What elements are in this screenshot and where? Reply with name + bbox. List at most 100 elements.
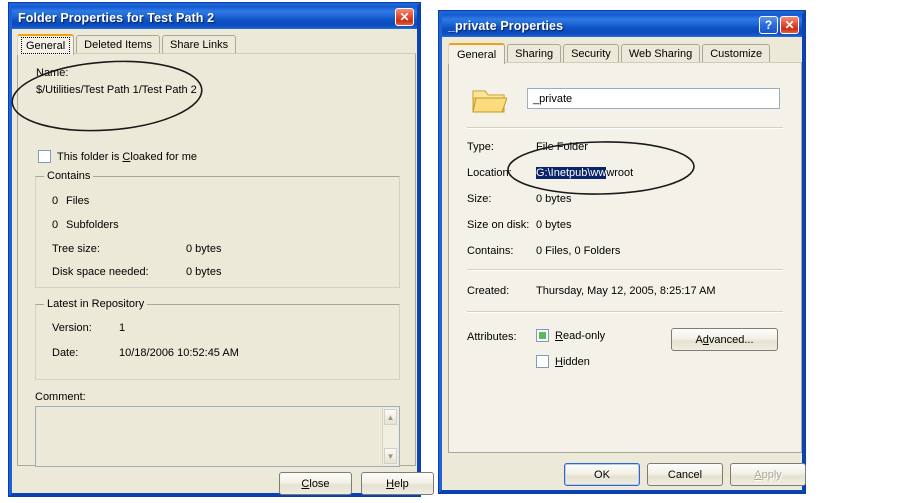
contains-value: 0 Files, 0 Folders xyxy=(536,245,621,257)
size-on-disk-label: Size on disk: xyxy=(467,219,530,231)
left-titlebar-buttons: ✕ xyxy=(395,8,414,26)
date-label: Date: xyxy=(52,347,79,359)
subfolders-count: 0 xyxy=(52,219,59,231)
help-button-label: Help xyxy=(386,477,409,490)
cloaked-checkbox[interactable] xyxy=(38,150,51,163)
size-value: 0 bytes xyxy=(536,193,572,205)
tab-security[interactable]: Security xyxy=(563,44,619,63)
left-dialog-frame: Folder Properties for Test Path 2 ✕ Gene… xyxy=(9,3,434,496)
location-value: G:\Inetpub\wwwroot xyxy=(536,167,633,179)
tab-general-label: General xyxy=(457,48,497,61)
tab-general[interactable]: General xyxy=(448,43,506,64)
tab-customize[interactable]: Customize xyxy=(702,44,771,63)
tab-deleted-items[interactable]: Deleted Items xyxy=(76,35,161,54)
files-label: Files xyxy=(66,195,90,207)
readonly-checkbox-label: Read-only xyxy=(555,329,606,342)
help-icon[interactable]: ? xyxy=(759,16,778,34)
files-count: 0 xyxy=(52,195,59,207)
location-selected-text: G:\Inetpub\ww xyxy=(536,167,607,179)
attributes-label: Attributes: xyxy=(467,331,517,343)
right-dialog-title: _private Properties xyxy=(448,18,564,33)
folder-icon xyxy=(471,85,508,115)
cancel-button[interactable]: Cancel xyxy=(647,463,723,486)
tab-share-links-label: Share Links xyxy=(170,39,229,51)
left-dialog-title: Folder Properties for Test Path 2 xyxy=(18,10,215,25)
scroll-up-icon[interactable]: ▲ xyxy=(384,409,397,425)
tab-share-links[interactable]: Share Links xyxy=(162,35,237,54)
name-value: $/Utilities/Test Path 1/Test Path 2 xyxy=(36,84,197,96)
close-icon[interactable]: ✕ xyxy=(780,16,799,34)
tab-focus-rect xyxy=(21,37,71,54)
size-on-disk-value: 0 bytes xyxy=(536,219,572,231)
tab-customize-label: Customize xyxy=(710,48,763,60)
version-value: 1 xyxy=(119,322,126,334)
readonly-checkbox-row[interactable]: Read-only xyxy=(536,329,605,342)
location-label: Location: xyxy=(467,167,512,179)
apply-button: Apply xyxy=(730,463,806,486)
tab-deleted-items-label: Deleted Items xyxy=(84,39,153,51)
readonly-checkbox[interactable] xyxy=(536,329,549,342)
subfolders-label: Subfolders xyxy=(66,219,119,231)
divider-top xyxy=(467,127,783,129)
tab-web-sharing-label: Web Sharing xyxy=(628,48,693,60)
left-titlebar[interactable]: Folder Properties for Test Path 2 ✕ xyxy=(12,6,417,29)
close-button[interactable]: Close xyxy=(279,472,352,495)
ok-button-label: OK xyxy=(594,468,610,481)
hidden-checkbox-row[interactable]: Hidden xyxy=(536,355,590,368)
advanced-button[interactable]: Advanced... xyxy=(671,328,778,351)
help-button[interactable]: Help xyxy=(361,472,434,495)
right-dialog-frame: _private Properties ? ✕ General Sharing … xyxy=(439,11,806,493)
comment-label: Comment: xyxy=(35,391,86,403)
tab-general[interactable]: General xyxy=(17,34,75,55)
right-titlebar-buttons: ? ✕ xyxy=(759,16,799,34)
type-value: File Folder xyxy=(536,141,588,153)
created-label: Created: xyxy=(467,285,510,297)
hidden-checkbox[interactable] xyxy=(536,355,549,368)
left-tab-panel: Name: $/Utilities/Test Path 1/Test Path … xyxy=(17,53,416,467)
version-label: Version: xyxy=(52,322,92,334)
tree-size-label: Tree size: xyxy=(52,243,100,255)
advanced-button-label: Advanced... xyxy=(695,333,754,346)
close-icon[interactable]: ✕ xyxy=(395,8,414,26)
tab-sharing[interactable]: Sharing xyxy=(507,44,562,63)
divider-bottom xyxy=(467,311,783,313)
cloaked-checkbox-row[interactable]: This folder is Cloaked for me xyxy=(38,150,197,163)
tab-web-sharing[interactable]: Web Sharing xyxy=(620,44,701,63)
disk-space-value: 0 bytes xyxy=(186,266,222,278)
divider-middle xyxy=(467,269,783,271)
contains-legend: Contains xyxy=(44,170,94,182)
comment-scrollbar[interactable]: ▲ ▼ xyxy=(382,408,398,465)
latest-repository-groupbox: Latest in Repository Version: 1 Date: 10… xyxy=(35,298,400,380)
apply-button-label: Apply xyxy=(754,468,782,481)
tree-size-value: 0 bytes xyxy=(186,243,222,255)
name-label: Name: xyxy=(36,67,69,79)
close-glyph: ✕ xyxy=(399,10,410,24)
created-value: Thursday, May 12, 2005, 8:25:17 AM xyxy=(536,285,716,297)
right-tabstrip: General Sharing Security Web Sharing Cus… xyxy=(448,42,772,64)
right-titlebar[interactable]: _private Properties ? ✕ xyxy=(442,14,802,37)
tab-security-label: Security xyxy=(571,48,611,60)
folder-name-input[interactable]: _private xyxy=(527,88,780,109)
comment-textarea[interactable]: ▲ ▼ xyxy=(35,406,400,467)
private-properties-dialog: _private Properties ? ✕ General Sharing … xyxy=(438,10,806,494)
size-label: Size: xyxy=(467,193,492,205)
latest-repository-legend: Latest in Repository xyxy=(44,298,148,310)
date-value: 10/18/2006 10:52:45 AM xyxy=(119,347,239,359)
folder-properties-dialog: Folder Properties for Test Path 2 ✕ Gene… xyxy=(8,2,434,497)
type-label: Type: xyxy=(467,141,494,153)
right-tab-panel: _private Type: File Folder Location: G:\… xyxy=(448,62,802,453)
scroll-up-glyph: ▲ xyxy=(386,412,395,422)
scroll-down-icon[interactable]: ▼ xyxy=(384,448,397,464)
scroll-down-glyph: ▼ xyxy=(386,451,395,461)
contains-label: Contains: xyxy=(467,245,514,257)
contains-groupbox: Contains 0 Files 0 Subfolders Tree size:… xyxy=(35,170,400,288)
help-glyph: ? xyxy=(764,18,773,32)
close-glyph: ✕ xyxy=(784,18,795,32)
folder-name-value: _private xyxy=(533,92,573,105)
tab-sharing-label: Sharing xyxy=(515,48,554,60)
location-rest-text: wroot xyxy=(606,167,634,179)
left-tabstrip: General Deleted Items Share Links xyxy=(17,33,238,55)
cancel-button-label: Cancel xyxy=(667,468,703,481)
ok-button[interactable]: OK xyxy=(564,463,640,486)
close-button-label: Close xyxy=(301,477,330,490)
